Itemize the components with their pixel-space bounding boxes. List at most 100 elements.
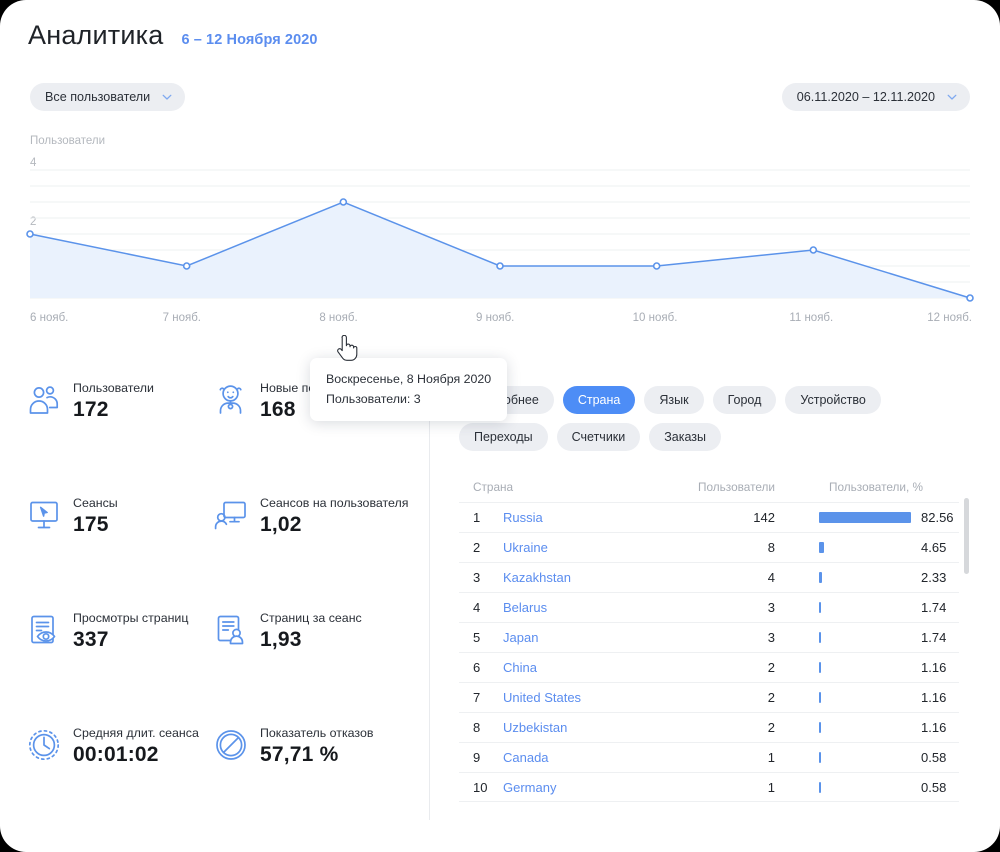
- row-pct-value: 82.56: [921, 510, 954, 525]
- chevron-down-icon: [947, 92, 957, 102]
- row-users: 2: [767, 660, 775, 675]
- row-country-link[interactable]: Ukraine: [503, 540, 635, 555]
- table-header-row: Страна Пользователи Пользователи, %: [459, 472, 959, 502]
- metric-value: 172: [73, 398, 109, 422]
- page-title: Аналитика: [28, 20, 164, 50]
- chart-xtick: 7 нояб.: [162, 312, 202, 324]
- chart-xtick: 10 нояб.: [632, 312, 678, 324]
- tab-1[interactable]: Страна: [562, 386, 636, 414]
- row-rank: 5: [473, 630, 481, 645]
- row-pct-value: 1.16: [921, 690, 947, 705]
- chart-xtick: 8 нояб.: [319, 312, 358, 324]
- row-country-link[interactable]: United States: [503, 690, 635, 705]
- table-row[interactable]: 10 Germany 1 0.58: [459, 772, 959, 802]
- pages-per-session-icon: [213, 612, 249, 648]
- row-country-link[interactable]: Russia: [503, 510, 635, 525]
- table-row[interactable]: 1 Russia 142 82.56: [459, 502, 959, 532]
- table-row[interactable]: 2 Ukraine 8 4.65: [459, 532, 959, 562]
- metric-card: Средняя длит. сеанса 00:01:02: [26, 725, 199, 767]
- chart-data-point[interactable]: [339, 198, 348, 206]
- column-header-users-pct: Пользователи, %: [829, 480, 924, 494]
- row-pct-bar-track: [819, 752, 911, 763]
- row-pct-value: 0.58: [921, 779, 947, 795]
- tab-3[interactable]: Город: [712, 386, 777, 414]
- metric-label: Сеансы: [73, 496, 118, 510]
- tab-4[interactable]: Устройство: [785, 386, 881, 414]
- metrics-grid: Пользователи172 Новые пользователи168 Се…: [0, 368, 429, 820]
- row-users: 4: [767, 570, 775, 585]
- row-country-link[interactable]: Kazakhstan: [503, 570, 635, 585]
- chart-data-point[interactable]: [26, 230, 34, 238]
- pageviews-eye-icon: [26, 612, 62, 648]
- row-country-link[interactable]: Uzbekistan: [503, 720, 635, 735]
- users-icon: [26, 382, 62, 418]
- row-pct-value: 4.65: [921, 540, 947, 555]
- row-pct-bar: [819, 781, 821, 793]
- country-table: Страна Пользователи Пользователи, % 1 Rus…: [459, 472, 959, 802]
- row-rank: 1: [473, 510, 481, 525]
- metric-value: 1,02: [260, 513, 302, 537]
- table-scrollbar[interactable]: [964, 498, 969, 798]
- table-row[interactable]: 6 China 2 1.16: [459, 652, 959, 682]
- analytics-dashboard: Аналитика 6 – 12 Ноября 2020 Все пользов…: [0, 0, 1000, 852]
- chart-data-point[interactable]: [966, 294, 974, 302]
- row-country-link[interactable]: Japan: [503, 630, 635, 645]
- user-segment-value: Все пользователи: [45, 90, 151, 104]
- metric-card: Просмотры страниц 337: [26, 610, 188, 652]
- table-row[interactable]: 3 Kazakhstan 4 2.33: [459, 562, 959, 592]
- row-pct-bar: [819, 662, 821, 673]
- metric-card: Сеансов на пользователя 1,02: [213, 495, 408, 537]
- users-area-chart[interactable]: Пользователи 4 2 6 нояб. 7 нояб. 8 нояб. 9 …: [0, 130, 1000, 422]
- chart-data-point[interactable]: [182, 262, 191, 270]
- chart-xtick: 6 нояб.: [30, 312, 69, 324]
- metric-label: Пользователи: [73, 381, 154, 395]
- tab-7[interactable]: Заказы: [649, 423, 722, 451]
- row-pct-bar: [819, 722, 821, 733]
- row-pct-value: 1.74: [921, 630, 947, 645]
- row-rank: 10: [473, 779, 488, 795]
- chevron-down-icon: [162, 92, 172, 102]
- row-pct-bar-track: [819, 692, 911, 703]
- chart-data-point[interactable]: [809, 246, 818, 254]
- clock-icon: [26, 727, 62, 763]
- table-row[interactable]: 9 Canada 1 0.58: [459, 742, 959, 772]
- row-country-link[interactable]: Canada: [503, 750, 635, 765]
- metric-value: 1,93: [260, 628, 302, 652]
- new-user-baby-icon: [213, 382, 249, 418]
- table-row[interactable]: 4 Belarus 3 1.74: [459, 592, 959, 622]
- table-row[interactable]: 8 Uzbekistan 2 1.16: [459, 712, 959, 742]
- row-pct-bar-track: [819, 512, 911, 523]
- row-country-link[interactable]: Belarus: [503, 600, 635, 615]
- table-row[interactable]: 5 Japan 3 1.74: [459, 622, 959, 652]
- row-pct-value: 1.16: [921, 660, 947, 675]
- row-users: 1: [767, 750, 775, 765]
- row-country-link[interactable]: Germany: [503, 780, 635, 795]
- date-range-dropdown[interactable]: 06.11.2020 – 12.11.2020: [781, 83, 970, 111]
- page-header: Аналитика 6 – 12 Ноября 2020: [28, 20, 318, 51]
- chart-data-point[interactable]: [496, 262, 504, 270]
- tab-2[interactable]: Язык: [644, 386, 704, 414]
- tab-5[interactable]: Переходы: [459, 423, 548, 451]
- row-rank: 9: [473, 750, 481, 765]
- row-users: 2: [767, 720, 775, 735]
- bounce-rate-icon: [213, 727, 249, 763]
- row-pct-bar-track: [819, 722, 911, 733]
- row-users: 142: [753, 510, 775, 525]
- row-users: 3: [767, 630, 775, 645]
- table-scrollbar-thumb[interactable]: [964, 498, 969, 574]
- chart-data-point[interactable]: [652, 262, 661, 270]
- row-users: 1: [767, 779, 775, 795]
- metric-label: Сеансов на пользователя: [260, 496, 409, 510]
- metric-value: 57,71 %: [260, 743, 339, 767]
- tooltip-date: Воскресенье, 8 Ноября 2020: [326, 372, 492, 386]
- tab-6[interactable]: Счетчики: [556, 423, 641, 451]
- chart-plot-area: [26, 169, 974, 302]
- row-pct-value: 1.74: [921, 600, 947, 615]
- row-country-link[interactable]: China: [503, 660, 635, 675]
- table-row[interactable]: 7 United States 2 1.16: [459, 682, 959, 712]
- metric-card: Сеансы 175: [26, 495, 118, 537]
- user-segment-dropdown[interactable]: Все пользователи: [30, 83, 186, 111]
- row-users: 3: [767, 600, 775, 615]
- row-users: 2: [767, 690, 775, 705]
- date-range-value: 06.11.2020 – 12.11.2020: [796, 90, 935, 104]
